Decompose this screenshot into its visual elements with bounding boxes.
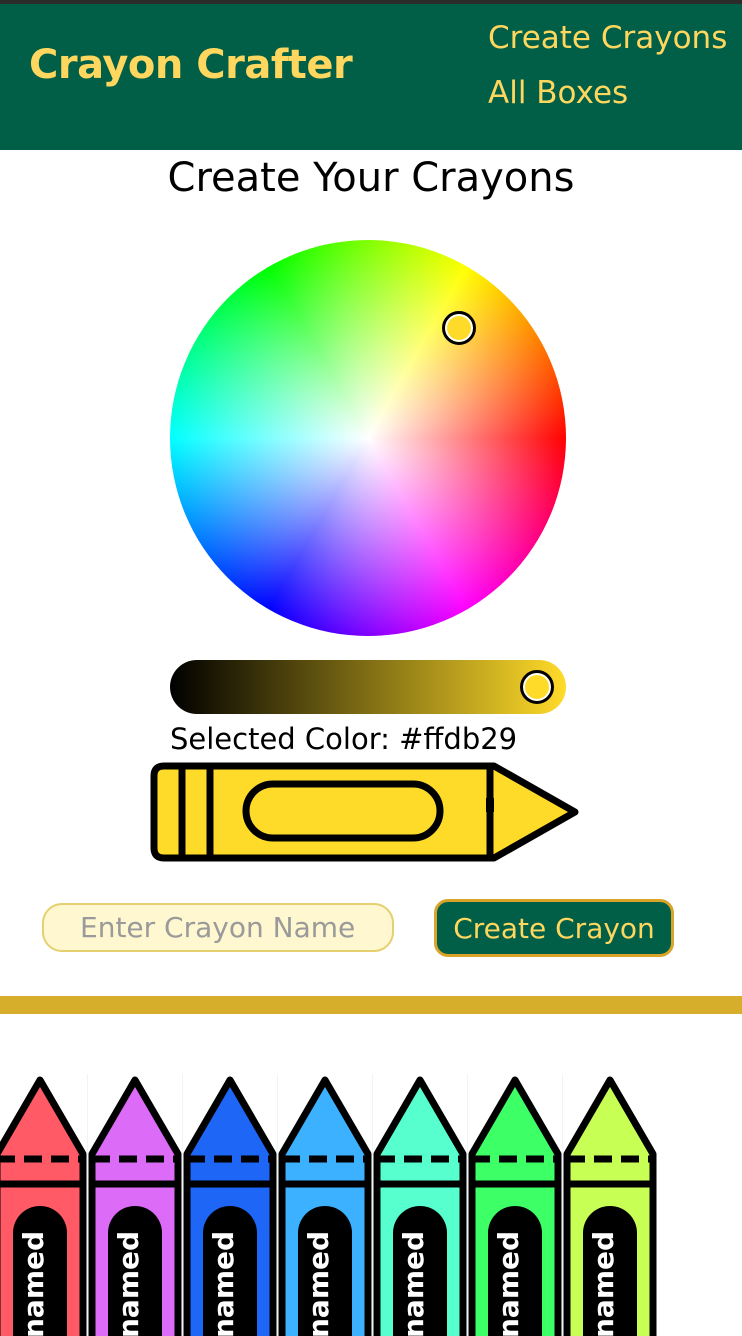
nav-link-all-boxes[interactable]: All Boxes: [488, 75, 628, 111]
navbar: Crayon Crafter Create Crayons All Boxes: [0, 4, 742, 150]
crayon-card[interactable]: named: [467, 1074, 563, 1336]
crayon-card[interactable]: named: [182, 1074, 278, 1336]
crayon-name-label: named: [492, 1230, 525, 1336]
crayon-name-label: named: [207, 1230, 240, 1336]
crayon-list: named named named named named named named: [0, 1074, 742, 1336]
crayon-preview-label: [242, 780, 444, 842]
crayon-name-input[interactable]: [42, 903, 394, 952]
crayon-card[interactable]: named: [87, 1074, 183, 1336]
crayon-preview: [150, 762, 579, 862]
nav-link-create-crayons[interactable]: Create Crayons: [488, 20, 727, 56]
crayon-card[interactable]: named: [0, 1074, 88, 1336]
color-wheel[interactable]: [170, 240, 566, 636]
color-wheel-handle[interactable]: [442, 311, 476, 345]
crayon-card[interactable]: named: [562, 1074, 658, 1336]
crayon-name-label: named: [17, 1230, 50, 1336]
selected-color-label: Selected Color: #ffdb29: [170, 722, 518, 756]
crayon-card[interactable]: named: [372, 1074, 468, 1336]
crayon-name-label: named: [397, 1230, 430, 1336]
create-crayon-button[interactable]: Create Crayon: [434, 899, 674, 957]
brightness-slider-thumb[interactable]: [520, 670, 554, 704]
brand-title[interactable]: Crayon Crafter: [29, 42, 353, 88]
crayon-name-label: named: [112, 1230, 145, 1336]
crayon-name-label: named: [587, 1230, 620, 1336]
crayon-name-label: named: [302, 1230, 335, 1336]
page-title: Create Your Crayons: [167, 155, 575, 201]
crayon-card[interactable]: named: [277, 1074, 373, 1336]
brightness-slider[interactable]: [170, 660, 566, 714]
section-divider: [0, 996, 742, 1014]
